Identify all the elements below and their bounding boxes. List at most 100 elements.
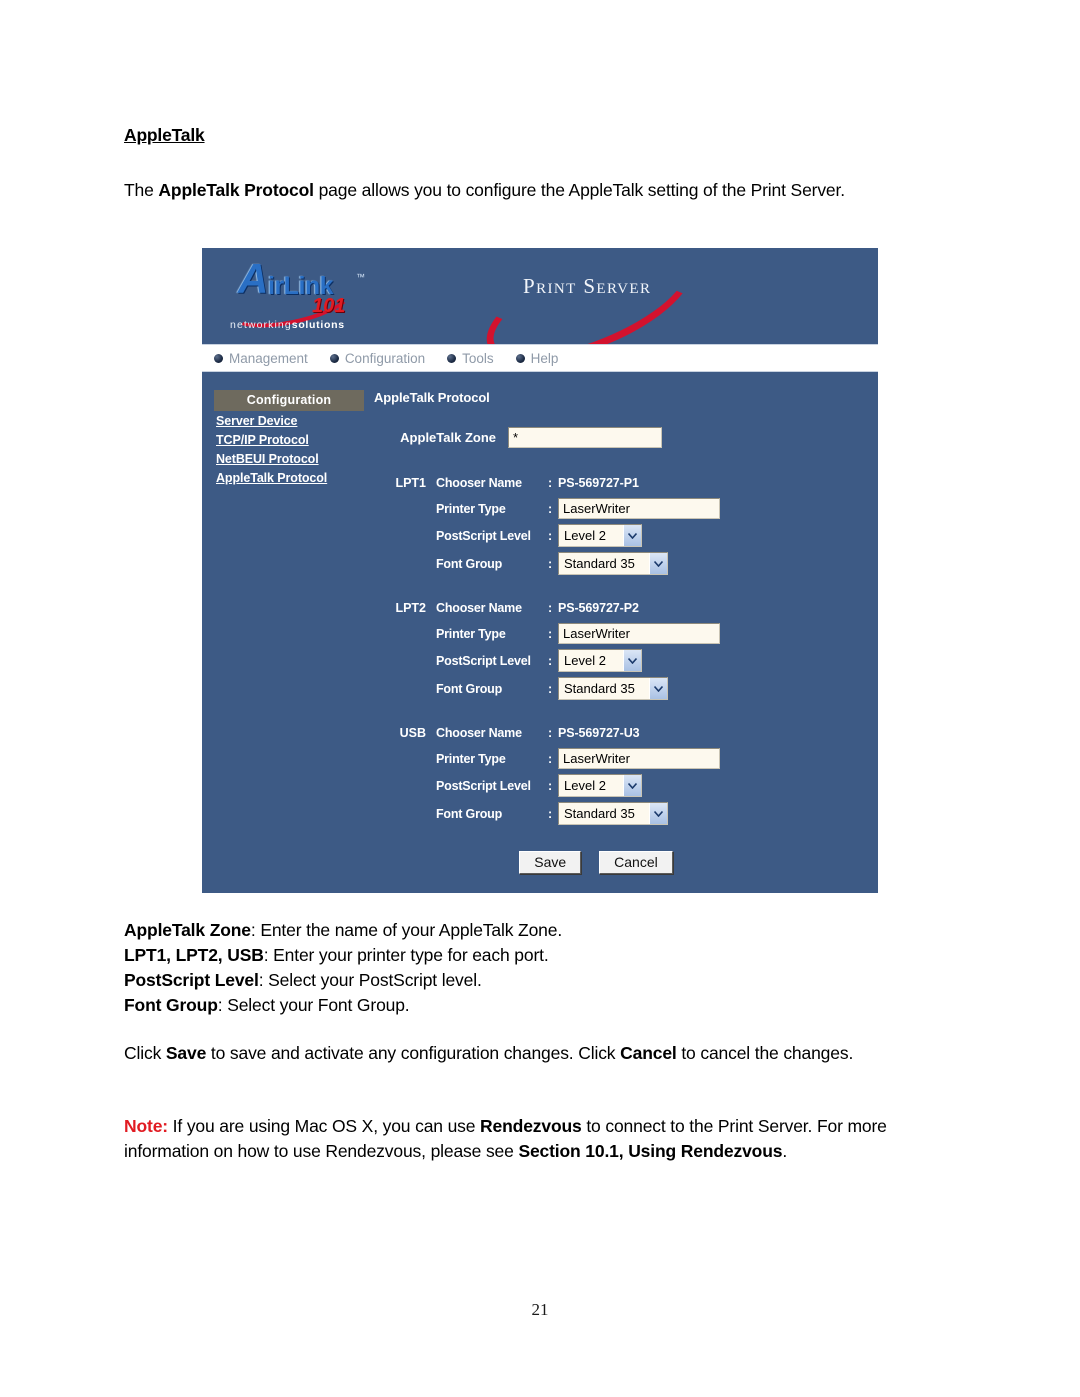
save-button[interactable]: Save [519,851,582,874]
port-block-lpt1: LPT1 Chooser Name : PS-569727-P1 Printer… [374,472,870,575]
chevron-down-icon[interactable] [623,775,641,796]
chooser-name-label: Chooser Name [436,475,522,490]
screenshot-header: A irLink ™ 101 networkingsolutions Print… [202,248,878,386]
save-text-2: to save and activate any configuration c… [206,1043,621,1063]
globe-icon [329,353,339,363]
definition-list: AppleTalk Zone: Enter the name of your A… [124,918,960,1018]
menu-item-help[interactable]: Help [515,350,559,366]
chooser-name-value: PS-569727-U3 [558,725,640,740]
printer-type-row: Printer Type : [374,748,870,769]
cancel-button[interactable]: Cancel [599,851,673,874]
port-name-label: LPT2 [395,600,426,615]
page-number: 21 [531,1300,549,1319]
chooser-name-value: PS-569727-P1 [558,475,639,490]
font-group-dropdown[interactable]: Standard 35 [558,552,668,575]
intro-bold: AppleTalk Protocol [158,180,314,200]
sidebar-item-tcpip-protocol[interactable]: TCP/IP Protocol [214,430,364,449]
menu-label: Help [530,350,559,366]
definition-term: PostScript Level [124,970,259,990]
printer-type-row: Printer Type : [374,623,870,644]
brandmark-title: Print Server [523,274,652,298]
font-group-row: Font Group : Standard 35 [374,552,870,575]
definition-term: AppleTalk Zone [124,920,251,940]
colon-separator: : [548,806,553,821]
appletalk-zone-input[interactable] [508,427,662,448]
chooser-name-row: LPT1 Chooser Name : PS-569727-P1 [374,472,870,493]
chooser-name-row: USB Chooser Name : PS-569727-U3 [374,722,870,743]
globe-icon [447,353,457,363]
colon-separator: : [548,528,553,543]
appletalk-zone-label: AppleTalk Zone [400,430,496,445]
font-group-label: Font Group [436,806,503,821]
postscript-level-dropdown[interactable]: Level 2 [558,774,642,797]
postscript-level-value: Level 2 [564,528,606,543]
note-label: Note: [124,1116,168,1136]
trademark-icon: ™ [356,272,365,282]
chevron-down-icon[interactable] [623,525,641,546]
cancel-button-mention: Cancel [620,1043,677,1063]
postscript-level-value: Level 2 [564,653,606,668]
page-title: AppleTalk [124,125,205,145]
sidebar-title: Configuration [214,390,364,411]
chevron-down-icon[interactable] [649,553,667,574]
postscript-level-dropdown[interactable]: Level 2 [558,524,642,547]
screenshot-body: Configuration Server Device TCP/IP Proto… [202,372,878,892]
intro-paragraph: The AppleTalk Protocol page allows you t… [124,178,960,203]
port-block-usb: USB Chooser Name : PS-569727-U3 Printer … [374,722,870,825]
postscript-level-label: PostScript Level [436,528,531,543]
chevron-down-icon[interactable] [649,803,667,824]
printer-type-label: Printer Type [436,501,506,516]
postscript-level-dropdown[interactable]: Level 2 [558,649,642,672]
definition-desc: : Select your Font Group. [217,995,410,1015]
chooser-name-row: LPT2 Chooser Name : PS-569727-P2 [374,597,870,618]
sidebar-item-server-device[interactable]: Server Device [214,411,364,430]
chooser-name-value: PS-569727-P2 [558,600,639,615]
font-group-dropdown[interactable]: Standard 35 [558,802,668,825]
print-server-screenshot: A irLink ™ 101 networkingsolutions Print… [202,248,878,893]
menu-item-tools[interactable]: Tools [447,351,494,366]
font-group-dropdown[interactable]: Standard 35 [558,677,668,700]
definition-item: LPT1, LPT2, USB: Enter your printer type… [124,943,960,968]
printer-type-input[interactable] [558,498,720,519]
colon-separator: : [548,600,553,615]
intro-suffix: page allows you to configure the AppleTa… [313,180,846,200]
postscript-level-label: PostScript Level [436,653,531,668]
colon-separator: : [548,751,553,766]
chevron-down-icon[interactable] [649,678,667,699]
printer-type-row: Printer Type : [374,498,870,519]
menu-label: Configuration [344,350,426,366]
font-group-label: Font Group [436,681,503,696]
definition-term: LPT1, LPT2, USB [124,945,264,965]
port-name-label: USB [399,725,426,740]
printer-type-input[interactable] [558,748,720,769]
menu-item-management[interactable]: Management [214,351,308,366]
definition-item: Font Group: Select your Font Group. [124,993,960,1018]
colon-separator: : [548,681,553,696]
intro-prefix: The [124,180,159,200]
definition-desc: : Enter your printer type for each port. [263,945,549,965]
chooser-name-label: Chooser Name [436,725,522,740]
postscript-level-label: PostScript Level [436,778,531,793]
note-paragraph: Note: If you are using Mac OS X, you can… [124,1114,960,1164]
appletalk-form: AppleTalk Protocol AppleTalk Zone LPT1 C… [374,390,870,874]
colon-separator: : [548,725,553,740]
menu-item-configuration[interactable]: Configuration [329,350,426,366]
port-name-label: LPT1 [395,475,426,490]
save-text-3: to cancel the changes. [676,1043,854,1063]
definition-item: AppleTalk Zone: Enter the name of your A… [124,918,960,943]
printer-type-label: Printer Type [436,626,506,641]
printer-type-input[interactable] [558,623,720,644]
save-cancel-paragraph: Click Save to save and activate any conf… [124,1041,960,1066]
sidebar-item-netbeui-protocol[interactable]: NetBEUI Protocol [214,449,364,468]
postscript-level-row: PostScript Level : Level 2 [374,524,870,547]
definition-term: Font Group [124,995,218,1015]
port-block-lpt2: LPT2 Chooser Name : PS-569727-P2 Printer… [374,597,870,700]
sidebar-item-appletalk-protocol[interactable]: AppleTalk Protocol [214,468,364,487]
definition-desc: : Enter the name of your AppleTalk Zone. [250,920,563,940]
tagline-bold: solutions [291,319,345,331]
chevron-down-icon[interactable] [623,650,641,671]
colon-separator: : [548,501,553,516]
save-button-mention: Save [165,1043,207,1063]
font-group-value: Standard 35 [564,556,635,571]
form-title: AppleTalk Protocol [374,390,490,405]
